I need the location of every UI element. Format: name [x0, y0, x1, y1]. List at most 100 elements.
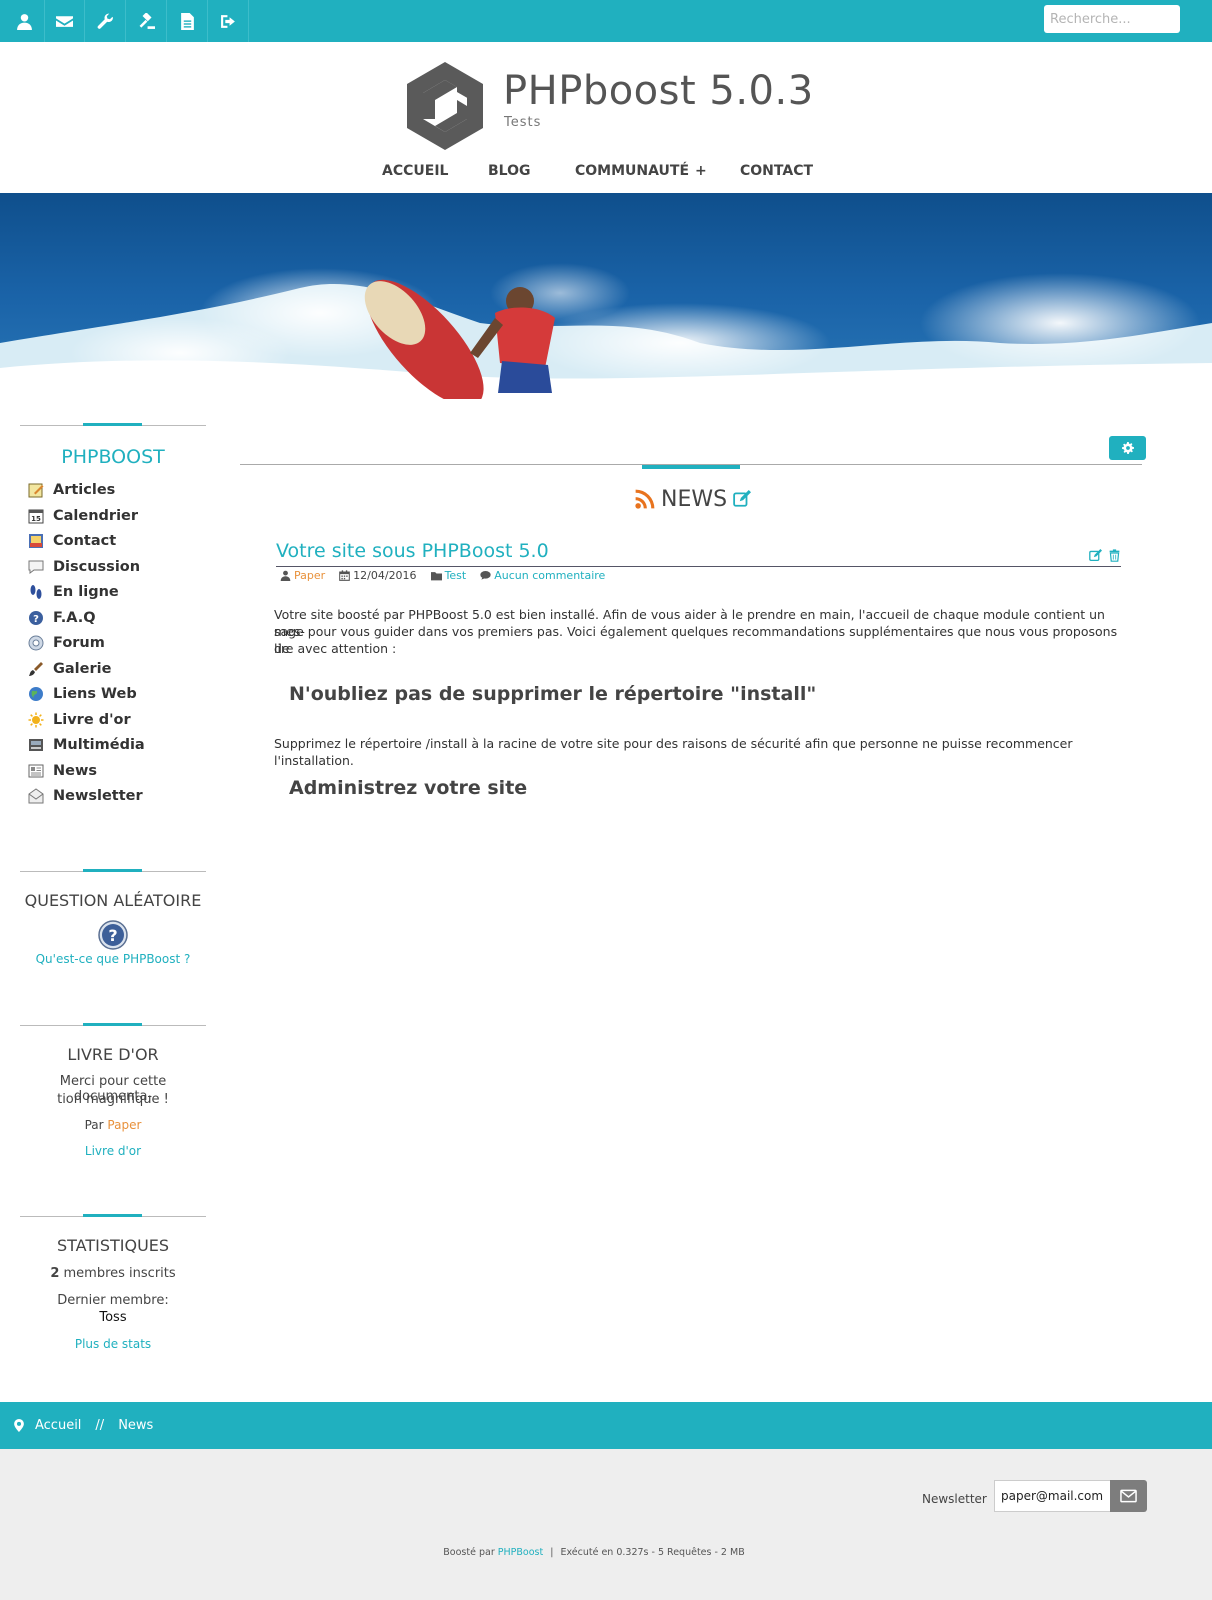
guestbook-author-link[interactable]: Paper — [107, 1118, 141, 1132]
article-comments-link[interactable]: Aucun commentaire — [494, 569, 605, 582]
sidebar-item-label: Forum — [53, 635, 105, 651]
sidebar-item-en-ligne[interactable]: En ligne — [28, 582, 119, 602]
module-settings-button[interactable] — [1109, 436, 1146, 460]
article-heading-administrez: Administrez votre site — [289, 777, 528, 799]
sidebar-item-faq[interactable]: ? F.A.Q — [28, 608, 96, 628]
breadcrumb-separator: // — [95, 1418, 105, 1433]
sidebar-item-articles[interactable]: Articles — [28, 480, 115, 500]
sidebar-item-galerie[interactable]: Galerie — [28, 659, 111, 679]
breadcrumb: Accueil // News — [0, 1402, 1212, 1449]
sidebar-item-calendrier[interactable]: 15 Calendrier — [28, 506, 138, 526]
edit-icon[interactable] — [1089, 549, 1102, 562]
credits-execution: Exécuté en 0.327s - 5 Requêtes - 2 MB — [560, 1547, 745, 1558]
menu-divider — [20, 1214, 206, 1217]
sidebar-item-label: Livre d'or — [53, 712, 131, 728]
gear-icon — [1121, 442, 1134, 454]
news-title: NEWS — [661, 486, 728, 512]
sidebar-item-multimedia[interactable]: Multimédia — [28, 735, 145, 755]
article-paragraph: Supprimez le répertoire /install à la ra… — [274, 736, 1073, 768]
newsletter-email-field[interactable] — [994, 1480, 1111, 1512]
menu-title-phpboost: PHPBOOST — [61, 446, 165, 468]
site-subtitle: Tests — [504, 115, 542, 130]
nav-item-label: COMMUNAUTÉ — [575, 163, 690, 179]
members-label: membres inscrits — [63, 1266, 176, 1281]
article-author-link[interactable]: Paper — [294, 569, 325, 582]
sidebar-item-label: Calendrier — [53, 508, 139, 524]
user-icon — [280, 570, 291, 581]
menu-divider — [20, 869, 206, 872]
gavel-icon[interactable] — [127, 0, 167, 42]
article-title-link[interactable]: Votre site sous PHPBoost 5.0 — [276, 540, 549, 562]
user-icon[interactable] — [5, 0, 45, 42]
top-toolbar — [0, 0, 1212, 42]
discussion-icon — [28, 560, 44, 574]
menu-divider — [20, 1023, 206, 1026]
sun-icon — [28, 712, 44, 728]
sidebar-item-discussion[interactable]: Discussion — [28, 557, 140, 577]
file-icon[interactable] — [168, 0, 208, 42]
footer-credits: Boosté par PHPBoost | Exécuté en 0.327s … — [0, 1547, 1188, 1558]
edit-icon[interactable] — [733, 490, 752, 508]
menu-divider — [20, 423, 206, 426]
question-link[interactable]: Qu'est-ce que PHPBoost ? — [20, 952, 206, 966]
comment-icon — [480, 570, 491, 580]
svg-text:?: ? — [108, 926, 117, 945]
svg-text:15: 15 — [31, 515, 41, 523]
sidebar-item-label: Galerie — [53, 661, 112, 677]
last-member-name[interactable]: Toss — [20, 1310, 206, 1325]
plus-icon: + — [695, 163, 707, 179]
menu-title-statistiques: STATISTIQUES — [56, 1236, 170, 1255]
question-icon: ? — [98, 920, 128, 950]
sidebar-item-label: En ligne — [53, 584, 119, 600]
newsletter-subscribe-button[interactable] — [1110, 1480, 1147, 1512]
sidebar-item-news[interactable]: News — [28, 761, 97, 781]
nav-item-accueil[interactable]: ACCUEIL — [382, 163, 448, 179]
breadcrumb-current-link[interactable]: News — [118, 1418, 153, 1433]
film-icon — [29, 739, 43, 751]
article-meta: Paper 12/04/2016 Test Aucun commentaire — [280, 567, 619, 583]
menu-title-question: QUESTION ALÉATOIRE — [24, 891, 202, 910]
sidebar-item-label: Discussion — [53, 559, 141, 575]
sidebar-item-livre-d-or[interactable]: Livre d'or — [28, 710, 131, 730]
phpboost-link[interactable]: PHPBoost — [498, 1547, 543, 1558]
members-count-line: 2 membres inscrits — [20, 1266, 206, 1281]
wrench-icon[interactable] — [86, 0, 126, 42]
sidebar-item-label: Newsletter — [53, 788, 143, 804]
breadcrumb-home-link[interactable]: Accueil — [35, 1418, 81, 1433]
menu-title-livre-d-or: LIVRE D'OR — [67, 1045, 159, 1064]
sidebar-item-liens-web[interactable]: Liens Web — [28, 684, 137, 704]
calendar-icon — [339, 569, 350, 581]
site-title[interactable]: PHPboost 5.0.3 — [503, 68, 814, 114]
sign-out-icon[interactable] — [209, 0, 249, 42]
article-heading-install: N'oubliez pas de supprimer le répertoire… — [289, 683, 817, 705]
globe-icon — [29, 687, 43, 701]
guestbook-link[interactable]: Livre d'or — [20, 1144, 206, 1158]
rss-icon[interactable] — [635, 489, 655, 509]
phpboost-logo[interactable] — [405, 62, 485, 150]
trash-icon[interactable] — [1108, 549, 1121, 562]
sidebar-item-newsletter[interactable]: Newsletter — [28, 786, 143, 806]
mail-icon — [28, 788, 44, 804]
article-date: 12/04/2016 — [353, 568, 417, 582]
newsletter-label: Newsletter — [922, 1492, 987, 1506]
article-actions — [1089, 549, 1121, 562]
contact-icon — [29, 534, 43, 548]
sidebar-item-label: Contact — [53, 533, 117, 549]
credits-separator: | — [550, 1547, 554, 1558]
sidebar-item-label: Articles — [53, 482, 116, 498]
nav-item-communaute[interactable]: COMMUNAUTÉ + — [575, 163, 707, 179]
svg-text:?: ? — [33, 614, 39, 625]
nav-item-blog[interactable]: BLOG — [488, 163, 531, 179]
section-divider-accent — [642, 465, 740, 469]
sidebar-item-label: News — [53, 763, 97, 779]
members-count: 2 — [50, 1266, 60, 1281]
more-stats-link[interactable]: Plus de stats — [20, 1337, 206, 1351]
sidebar-item-forum[interactable]: Forum — [28, 633, 105, 653]
nav-item-contact[interactable]: CONTACT — [740, 163, 813, 179]
news-section-heading: NEWS — [635, 485, 752, 513]
footer — [0, 1449, 1212, 1600]
envelope-icon[interactable] — [45, 0, 85, 42]
sidebar-item-contact[interactable]: Contact — [28, 531, 116, 551]
search-input[interactable] — [1044, 5, 1180, 33]
article-category-link[interactable]: Test — [445, 569, 467, 582]
